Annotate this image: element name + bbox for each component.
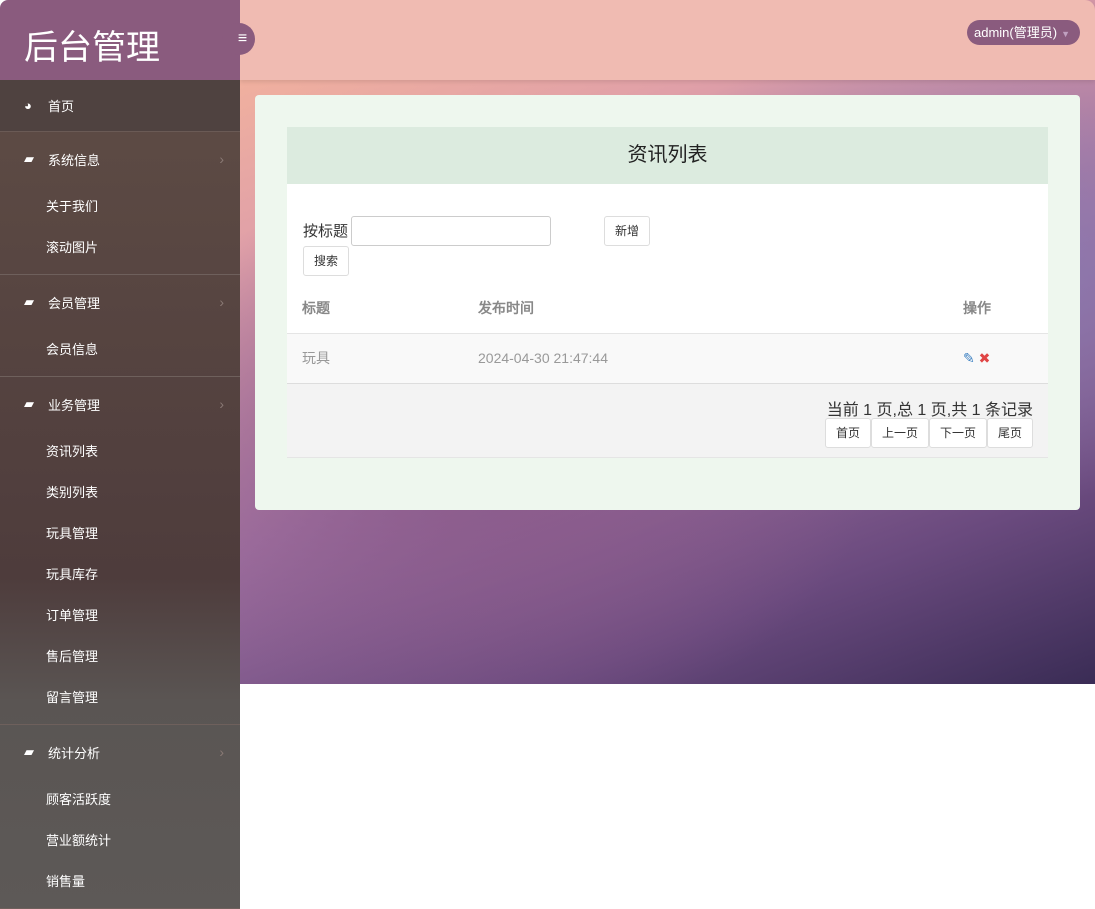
cell-title: 玩具 [287, 332, 463, 385]
news-table: 标题 发布时间 操作 玩具 2024-04-30 21:47:44 ✎ ✖ [287, 283, 1048, 385]
chevron-right-icon: › [219, 151, 224, 167]
sidebar-group-header[interactable]: ▰ 业务管理 › [0, 377, 240, 431]
caret-down-icon: ▼ [1061, 29, 1070, 39]
prev-page-button[interactable]: 上一页 [871, 418, 929, 448]
sidebar-item[interactable]: 玩具管理 [0, 513, 240, 554]
delete-icon[interactable]: ✖ [979, 350, 991, 366]
edit-icon[interactable]: ✎ [963, 350, 975, 366]
book-icon: ▰ [24, 151, 34, 166]
user-menu[interactable]: admin(管理员) ▼ [967, 20, 1080, 45]
sidebar-item[interactable]: 销售量 [0, 861, 240, 902]
dashboard-icon: ◕ [24, 98, 32, 113]
book-icon: ▰ [24, 396, 34, 411]
book-icon: ▰ [24, 744, 34, 759]
add-button[interactable]: 新增 [604, 216, 650, 246]
pagination: 当前 1 页,总 1 页,共 1 条记录 首页 上一页 下一页 尾页 [287, 384, 1048, 458]
sidebar-item-label: 首页 [48, 99, 75, 114]
sidebar-item[interactable]: 玩具库存 [0, 554, 240, 595]
chevron-right-icon: › [219, 294, 224, 310]
sidebar-group-business: ▰ 业务管理 › 资讯列表 类别列表 玩具管理 玩具库存 订单管理 售后管理 留言管… [0, 377, 240, 725]
sidebar-item[interactable]: 营业额统计 [0, 820, 240, 861]
cell-time: 2024-04-30 21:47:44 [463, 332, 948, 385]
sidebar-item[interactable]: 类别列表 [0, 472, 240, 513]
sidebar-item[interactable]: 资讯列表 [0, 431, 240, 472]
user-name: admin(管理员) [974, 25, 1058, 40]
column-header: 标题 [302, 299, 330, 316]
sidebar-item[interactable]: 售后管理 [0, 636, 240, 677]
sidebar-item[interactable]: 滚动图片 [0, 227, 240, 268]
table-row: 玩具 2024-04-30 21:47:44 ✎ ✖ [287, 332, 1048, 385]
pagination-info: 当前 1 页,总 1 页,共 1 条记录 [826, 402, 1033, 419]
first-page-button[interactable]: 首页 [825, 418, 871, 448]
chevron-right-icon: › [219, 396, 224, 412]
menu-toggle-button[interactable]: ≡ [222, 23, 255, 55]
hamburger-icon: ≡ [237, 30, 248, 47]
sidebar-item[interactable]: 留言管理 [0, 677, 240, 718]
news-list-card: 资讯列表 按标题 新增 搜索 标题 发布时间 操作 玩具 2024-04-30 21… [287, 127, 1048, 458]
last-page-button[interactable]: 尾页 [987, 418, 1033, 448]
top-bar: admin(管理员) ▼ [240, 0, 1095, 80]
sidebar-item[interactable]: 会员信息 [0, 329, 240, 370]
group-label: 业务管理 [48, 397, 101, 413]
sidebar-item-home[interactable]: ◕ 首页 [0, 80, 240, 132]
sidebar: ◕ 首页 ▰ 系统信息 › 关于我们 滚动图片 ▰ 会员管理 › 会员信息 ▰ 业务管理 › … [0, 80, 240, 909]
book-icon: ▰ [24, 294, 34, 309]
group-label: 统计分析 [48, 745, 101, 761]
title-search-input[interactable] [351, 216, 551, 246]
content-panel: 资讯列表 按标题 新增 搜索 标题 发布时间 操作 玩具 2024-04-30 21… [255, 95, 1080, 510]
sidebar-group-system: ▰ 系统信息 › 关于我们 滚动图片 [0, 132, 240, 275]
sidebar-item[interactable]: 顾客活跃度 [0, 779, 240, 820]
search-button[interactable]: 搜索 [303, 246, 349, 276]
column-header: 发布时间 [478, 299, 534, 316]
next-page-button[interactable]: 下一页 [929, 418, 987, 448]
sidebar-group-members: ▰ 会员管理 › 会员信息 [0, 275, 240, 377]
group-label: 系统信息 [48, 152, 101, 168]
column-header: 操作 [963, 299, 991, 316]
group-label: 会员管理 [48, 295, 101, 311]
app-title: 后台管理 [0, 0, 240, 80]
sidebar-group-stats: ▰ 统计分析 › 顾客活跃度 营业额统计 销售量 [0, 725, 240, 909]
page-title: 资讯列表 [287, 127, 1048, 184]
sidebar-item[interactable]: 关于我们 [0, 186, 240, 227]
chevron-right-icon: › [219, 744, 224, 760]
sidebar-group-header[interactable]: ▰ 系统信息 › [0, 132, 240, 186]
search-label: 按标题 [303, 223, 349, 240]
sidebar-group-header[interactable]: ▰ 会员管理 › [0, 275, 240, 329]
sidebar-item[interactable]: 订单管理 [0, 595, 240, 636]
sidebar-group-header[interactable]: ▰ 统计分析 › [0, 725, 240, 779]
